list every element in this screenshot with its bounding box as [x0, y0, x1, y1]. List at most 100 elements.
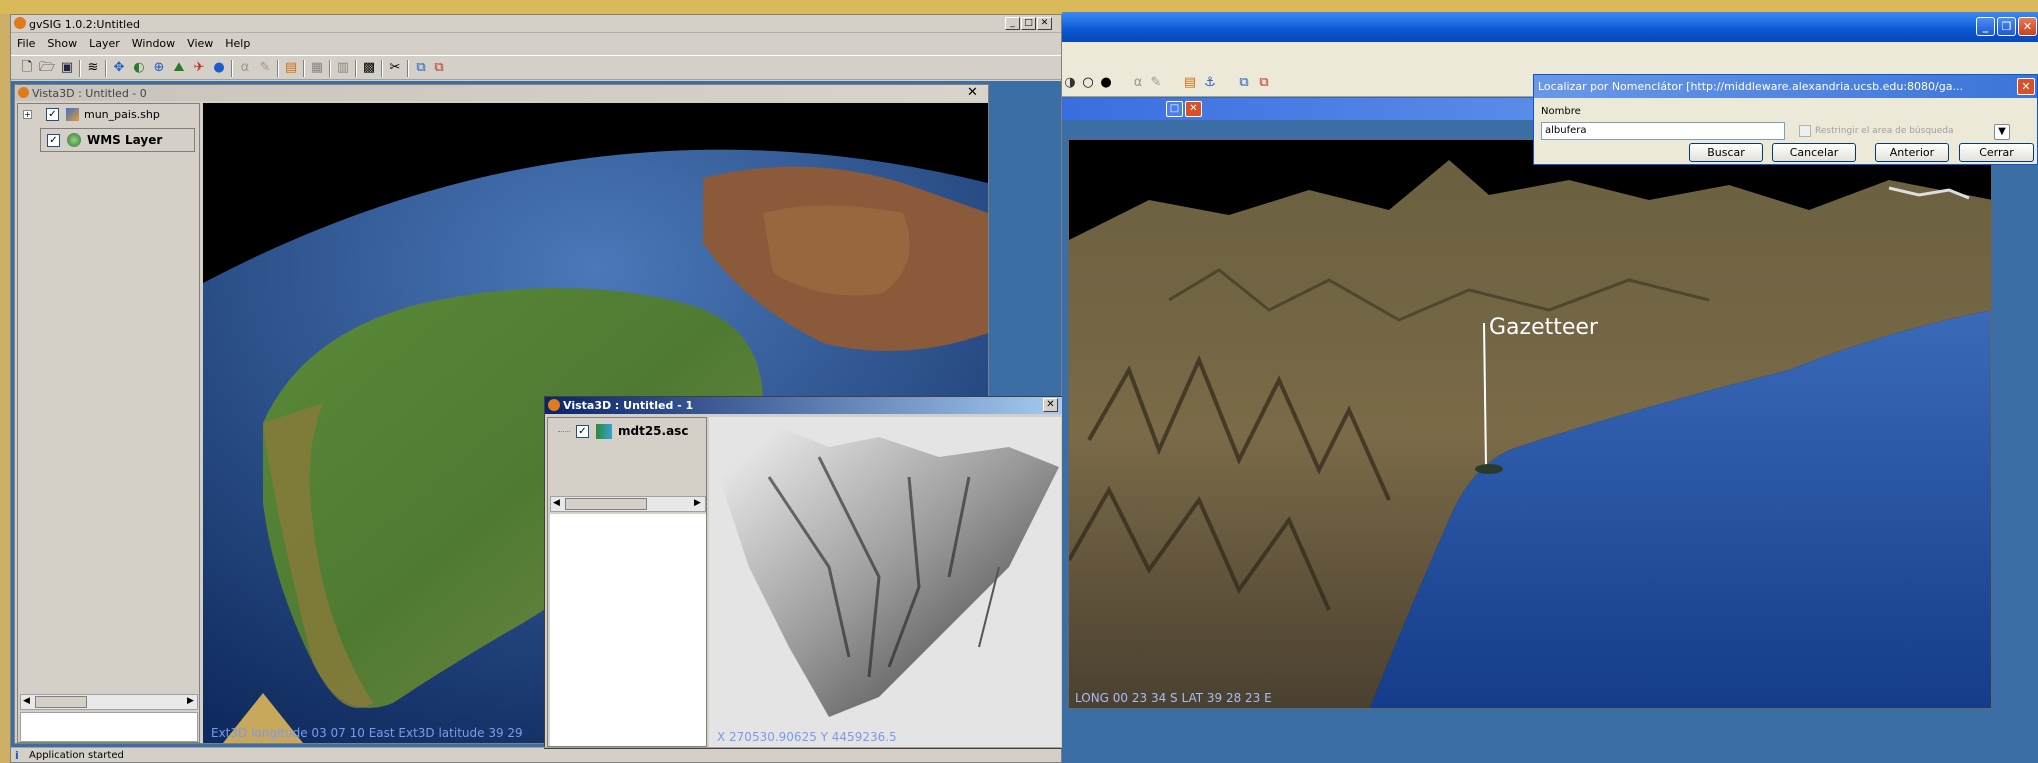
gazetteer-title: Localizar por Nomenclátor [http://middle…: [1538, 80, 1963, 93]
vista3d-1-titlebar[interactable]: Vista3D : Untitled - 1 ✕: [545, 397, 1062, 414]
scroll-thumb[interactable]: [35, 696, 87, 708]
shapefile-icon: [66, 108, 79, 121]
print-icon[interactable]: ▥: [335, 60, 351, 76]
gvsig-logo-icon: [18, 87, 29, 98]
close-dialog-button[interactable]: Cerrar: [1959, 143, 2034, 162]
restore-button[interactable]: ❐: [1997, 17, 2016, 36]
toolbar-separator: [355, 60, 357, 77]
coordinate-readout: LONG 00 23 34 S LAT 39 28 23 E: [1075, 691, 1272, 705]
right-window: _ ❐ ✕ ◑ ○ ● α ✎ ▤ ⚓ ⧉ ⧉ □ ✕ Gazetteer LO…: [1062, 12, 2038, 763]
right-menu-area: [1062, 42, 2038, 69]
close-button[interactable]: ✕: [1185, 101, 1202, 117]
terrain-3d-view[interactable]: X 270530.90625 Y 4459236.5: [709, 417, 1061, 747]
table-icon[interactable]: ▦: [309, 60, 325, 76]
globe-icon[interactable]: ●: [1098, 75, 1114, 91]
info-icon[interactable]: ▤: [1182, 75, 1198, 91]
menu-view[interactable]: View: [181, 34, 219, 54]
raster-icon: [596, 424, 612, 439]
layers-icon[interactable]: ≋: [85, 60, 101, 76]
status-bar: i Application started: [11, 747, 1061, 763]
layer-row-selected[interactable]: ✓ WMS Layer: [40, 128, 195, 152]
vista3d-1-window: Vista3D : Untitled - 1 ✕ ✓ mdt25.asc ◀ ▶…: [544, 396, 1063, 749]
vista3d-1-title: Vista3D : Untitled - 1: [563, 399, 694, 412]
globe-icon[interactable]: ●: [211, 60, 227, 76]
paste-icon[interactable]: ⧉: [431, 60, 447, 76]
vista3d-0-title: Vista3D : Untitled - 0: [32, 87, 147, 100]
pencil-icon[interactable]: ✎: [257, 60, 273, 76]
gvsig-logo-icon: [548, 399, 560, 411]
cancel-button[interactable]: Cancelar: [1772, 143, 1856, 162]
restrict-label: Restringir el area de búsqueda: [1815, 126, 1954, 136]
menu-layer[interactable]: Layer: [83, 34, 126, 54]
tools-icon[interactable]: ✂: [387, 60, 403, 76]
scroll-left-icon[interactable]: ◀: [23, 696, 30, 706]
menu-window[interactable]: Window: [126, 34, 181, 54]
right-titlebar[interactable]: _ ❐ ✕: [1062, 12, 2038, 42]
coordinate-readout: X 270530.90625 Y 4459236.5: [717, 730, 897, 744]
search-button[interactable]: Buscar: [1689, 143, 1763, 162]
horizontal-scrollbar[interactable]: ◀ ▶: [20, 694, 198, 710]
maximize-button[interactable]: □: [1021, 17, 1036, 30]
layer-name: WMS Layer: [87, 133, 163, 147]
circle-icon[interactable]: ○: [1080, 75, 1096, 91]
copy-icon[interactable]: ⧉: [1236, 75, 1252, 91]
new-doc-icon[interactable]: 🗋: [19, 60, 35, 76]
horizontal-scrollbar[interactable]: ◀ ▶: [550, 496, 706, 512]
close-button[interactable]: ✕: [2017, 78, 2035, 95]
gvsig-logo-icon: [14, 17, 26, 29]
alpha-icon[interactable]: α: [1130, 75, 1146, 91]
maximize-button[interactable]: □: [1166, 101, 1183, 117]
scroll-right-icon[interactable]: ▶: [187, 696, 194, 706]
fly-icon[interactable]: ✈: [191, 60, 207, 76]
tree-line: [558, 431, 570, 432]
rotate-icon[interactable]: ◑: [1062, 75, 1078, 91]
gazetteer-titlebar[interactable]: Localizar por Nomenclátor [http://middle…: [1534, 75, 2037, 98]
menu-help[interactable]: Help: [219, 34, 256, 54]
terrain-render: [719, 427, 1059, 717]
grid-icon[interactable]: ▩: [361, 60, 377, 76]
info-icon[interactable]: ▤: [283, 60, 299, 76]
main-titlebar[interactable]: gvSIG 1.0.2:Untitled _ □ ✕: [11, 15, 1061, 33]
coordinate-readout: Ext3D longitude 03 07 10 East Ext3D lati…: [211, 726, 523, 740]
main-window: gvSIG 1.0.2:Untitled _ □ ✕ File Show Layer…: [10, 14, 1063, 763]
close-icon[interactable]: ✕: [967, 85, 978, 100]
anchor-icon[interactable]: ⚓: [1202, 75, 1218, 91]
pencil-icon[interactable]: ✎: [1148, 75, 1164, 91]
minimize-button[interactable]: _: [1976, 17, 1995, 36]
minimize-button[interactable]: _: [1005, 17, 1020, 30]
terrain-3d-view[interactable]: Gazetteer LONG 00 23 34 S LAT 39 28 23 E: [1068, 139, 1992, 709]
gazetteer-dialog: Localizar por Nomenclátor [http://middle…: [1533, 74, 2038, 165]
close-button[interactable]: ✕: [2018, 17, 2037, 36]
scroll-thumb[interactable]: [565, 498, 647, 510]
name-label: Nombre: [1541, 106, 1581, 117]
expand-icon[interactable]: +: [23, 110, 32, 119]
previous-button[interactable]: Anterior: [1875, 143, 1949, 162]
pan-icon[interactable]: ✥: [111, 60, 127, 76]
rotate-icon[interactable]: ◐: [131, 60, 147, 76]
zoom-icon[interactable]: ⊕: [151, 60, 167, 76]
layer-checkbox[interactable]: ✓: [46, 108, 59, 121]
scroll-right-icon[interactable]: ▶: [694, 498, 701, 508]
toolbar-separator: [303, 60, 305, 77]
save-icon[interactable]: ▣: [59, 60, 75, 76]
scroll-left-icon[interactable]: ◀: [553, 498, 560, 508]
open-icon[interactable]: 🗁: [39, 60, 55, 76]
restrict-checkbox[interactable]: [1799, 125, 1811, 137]
menu-file[interactable]: File: [11, 34, 41, 54]
name-input[interactable]: albufera: [1541, 122, 1785, 140]
status-text: Application started: [29, 750, 124, 761]
chevron-down-icon[interactable]: ▼: [1994, 124, 2010, 140]
close-button[interactable]: ✕: [1043, 398, 1058, 412]
layer-name[interactable]: mdt25.asc: [618, 424, 688, 438]
copy-icon[interactable]: ⧉: [413, 60, 429, 76]
layer-checkbox[interactable]: ✓: [47, 134, 60, 147]
vista3d-0-titlebar[interactable]: Vista3D : Untitled - 0 ✕: [15, 85, 988, 101]
layer-checkbox[interactable]: ✓: [576, 425, 589, 438]
layer-name[interactable]: mun_pais.shp: [84, 108, 160, 121]
alpha-icon[interactable]: α: [237, 60, 253, 76]
navigate-icon[interactable]: ⛰: [171, 60, 187, 76]
paste-icon[interactable]: ⧉: [1256, 75, 1272, 91]
toolbar-separator: [79, 60, 81, 77]
close-button[interactable]: ✕: [1037, 17, 1052, 30]
menu-show[interactable]: Show: [41, 34, 83, 54]
